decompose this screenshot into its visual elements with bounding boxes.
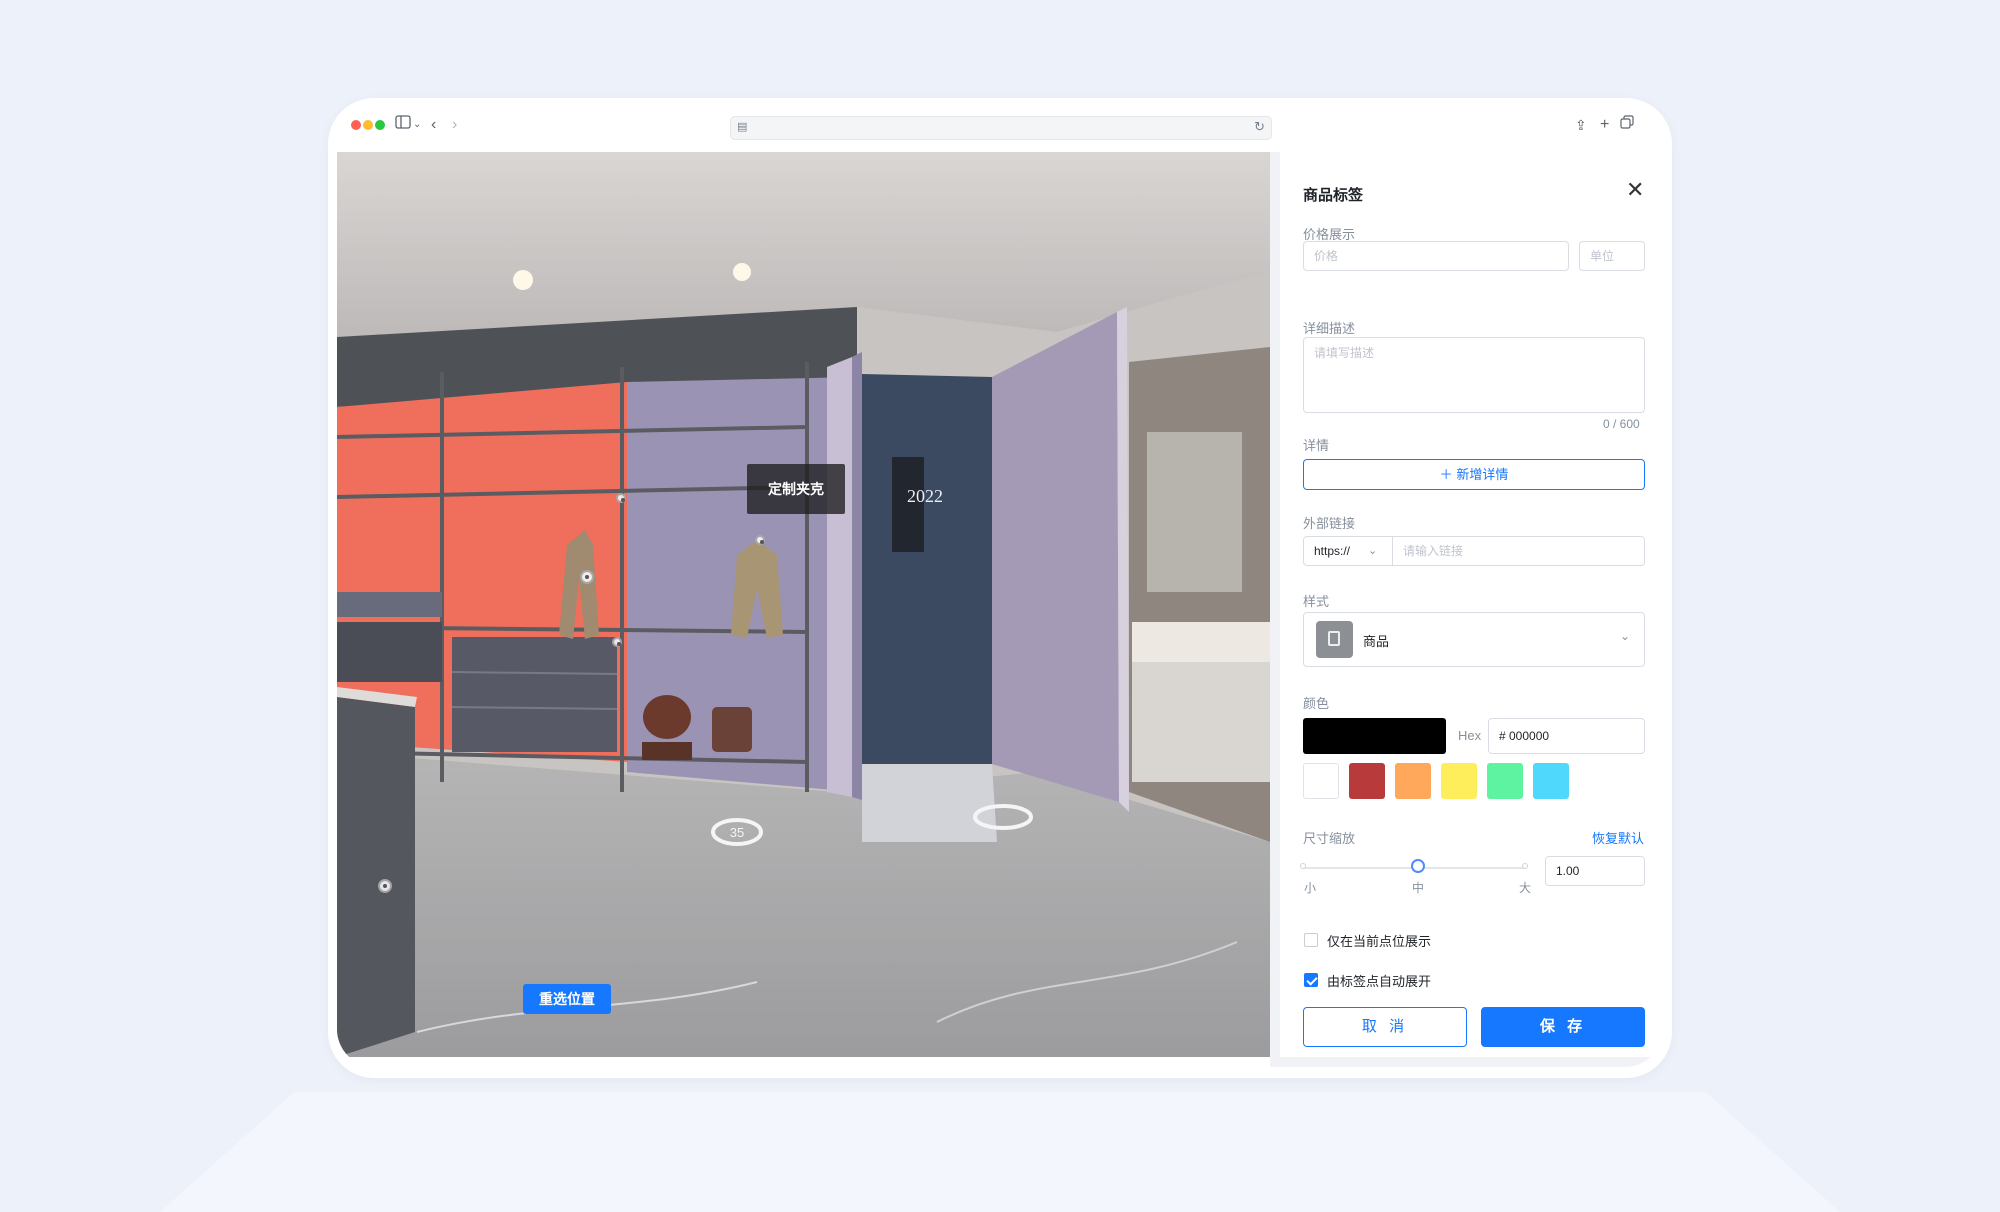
color-swatch-cyan[interactable] — [1533, 763, 1569, 799]
color-swatch-white[interactable] — [1303, 763, 1339, 799]
slider-min-label: 小 — [1304, 881, 1317, 895]
save-button[interactable]: 保 存 — [1481, 1007, 1645, 1047]
product-tag-panel: 商品标签 ✕ 价格展示 价格 单位 详细描述 请填写描述 0 / 600 详情 … — [1280, 152, 1663, 1057]
browser-toolbar: ⌄ ‹ › ▤ ↻ ⇪ + — [337, 107, 1663, 151]
protocol-value: https:// — [1314, 544, 1351, 558]
chevron-down-icon: ⌄ — [1619, 629, 1630, 643]
floor-badge: 35 — [730, 825, 744, 840]
add-detail-label: 新增详情 — [1456, 467, 1509, 482]
auto-expand-checkbox[interactable] — [1304, 973, 1318, 987]
maximize-window-button[interactable] — [375, 120, 385, 130]
panel-title: 商品标签 — [1303, 187, 1364, 204]
reset-default-link[interactable]: 恢复默认 — [1592, 828, 1644, 847]
sidebar-icon[interactable] — [395, 114, 411, 136]
device-stand — [160, 1092, 1840, 1212]
style-select[interactable]: 商品 ⌄ — [1303, 612, 1645, 667]
style-label: 样式 — [1303, 594, 1330, 609]
new-tab-icon[interactable]: + — [1600, 114, 1609, 136]
close-window-button[interactable] — [351, 120, 361, 130]
hotspot-marker[interactable] — [580, 570, 594, 584]
size-slider-thumb[interactable] — [1411, 859, 1425, 873]
color-swatch-orange[interactable] — [1395, 763, 1431, 799]
external-link-label: 外部链接 — [1303, 516, 1356, 531]
description-counter: 0 / 600 — [1603, 417, 1640, 431]
panorama-scene: 35 2022 — [337, 152, 1270, 1057]
add-detail-button[interactable]: ＋ 新增详情 — [1303, 459, 1645, 490]
size-value-input[interactable]: 1.00 — [1545, 856, 1645, 886]
product-style-icon — [1316, 621, 1353, 658]
panorama-viewer[interactable]: 35 2022 定制夹克 重选位置 — [337, 152, 1270, 1057]
chevron-down-icon[interactable]: ⌄ — [413, 114, 421, 136]
current-color-swatch[interactable] — [1303, 718, 1446, 754]
slider-max-label: 大 — [1519, 881, 1532, 895]
size-scale-label: 尺寸缩放 — [1303, 831, 1356, 846]
plus-icon: ＋ — [1439, 467, 1453, 482]
description-label: 详细描述 — [1303, 321, 1356, 336]
browser-window: ⌄ ‹ › ▤ ↻ ⇪ + 35 2022 定制夹克 重选位置 商品标签 ✕ 价… — [337, 107, 1663, 1067]
hotspot-marker[interactable] — [378, 879, 392, 893]
minimize-window-button[interactable] — [363, 120, 373, 130]
slider-mid-label: 中 — [1412, 881, 1425, 895]
color-swatch-yellow[interactable] — [1441, 763, 1477, 799]
hex-input[interactable]: # 000000 — [1488, 718, 1645, 754]
page-icon: ▤ — [737, 121, 748, 133]
chevron-down-icon: ⌄ — [1368, 545, 1378, 557]
slider-tick — [1300, 863, 1306, 869]
description-textarea[interactable]: 请填写描述 — [1303, 337, 1645, 413]
hotspot-marker[interactable] — [612, 637, 622, 647]
color-label: 颜色 — [1303, 696, 1330, 711]
color-swatch-green[interactable] — [1487, 763, 1523, 799]
price-input[interactable]: 价格 — [1303, 241, 1569, 271]
back-icon[interactable]: ‹ — [431, 114, 436, 136]
reload-icon[interactable]: ↻ — [1254, 119, 1265, 135]
forward-icon[interactable]: › — [452, 114, 457, 136]
unit-input[interactable]: 单位 — [1579, 241, 1645, 271]
tabs-icon[interactable] — [1620, 114, 1634, 136]
auto-expand-label: 由标签点自动展开 — [1327, 974, 1432, 989]
only-current-point-checkbox[interactable] — [1304, 933, 1318, 947]
protocol-select[interactable]: https:// ⌄ — [1303, 536, 1393, 566]
address-bar[interactable]: ▤ ↻ — [730, 116, 1272, 140]
color-swatch-red[interactable] — [1349, 763, 1385, 799]
product-tag-label[interactable]: 定制夹克 — [747, 464, 845, 514]
close-icon[interactable]: ✕ — [1626, 178, 1644, 202]
hotspot-marker[interactable] — [616, 493, 626, 503]
reselect-position-button[interactable]: 重选位置 — [523, 984, 611, 1014]
hotspot-marker[interactable] — [755, 535, 765, 545]
detail-label: 详情 — [1303, 438, 1330, 453]
sign-text: 2022 — [907, 486, 943, 506]
share-icon[interactable]: ⇪ — [1575, 114, 1587, 136]
style-selected-value: 商品 — [1363, 634, 1390, 649]
hex-label: Hex — [1458, 728, 1482, 743]
link-input[interactable]: 请输入链接 — [1392, 536, 1645, 566]
only-current-point-label: 仅在当前点位展示 — [1327, 934, 1432, 949]
cancel-button[interactable]: 取 消 — [1303, 1007, 1467, 1047]
slider-tick — [1522, 863, 1528, 869]
